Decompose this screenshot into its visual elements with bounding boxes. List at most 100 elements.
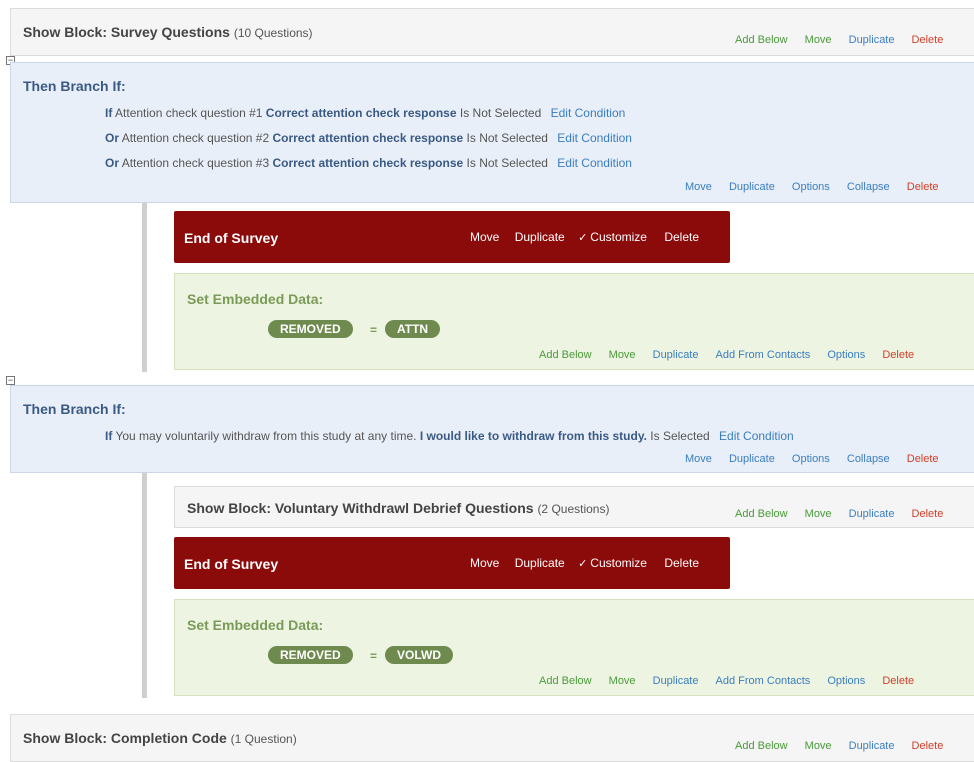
edit-condition-link[interactable]: Edit Condition <box>557 131 632 145</box>
branch-title: Then Branch If: <box>23 401 126 417</box>
edit-condition-link[interactable]: Edit Condition <box>719 429 794 443</box>
move-button[interactable]: Move <box>609 349 636 361</box>
check-icon: ✓ <box>578 558 588 570</box>
delete-button[interactable]: Delete <box>882 675 914 687</box>
customize-label: Customize <box>590 556 647 570</box>
end-of-survey-block: End of Survey Move Duplicate ✓ Customize … <box>174 211 730 263</box>
embedded-value-pill[interactable]: VOLWD <box>385 646 453 664</box>
equals-sign: = <box>370 649 378 663</box>
move-button[interactable]: Move <box>470 230 499 244</box>
embedded-field-pill[interactable]: REMOVED <box>268 320 353 338</box>
duplicate-button[interactable]: Duplicate <box>515 230 565 244</box>
condition-operator: Is Not Selected <box>466 131 548 145</box>
condition-answer: Correct attention check response <box>265 106 457 120</box>
condition-row: If Attention check question #1 Correct a… <box>105 106 625 120</box>
condition-keyword: If <box>105 429 113 443</box>
embedded-data-block: Set Embedded Data: REMOVED = ATTN Add Be… <box>174 273 974 370</box>
embedded-field-pill[interactable]: REMOVED <box>268 646 353 664</box>
add-from-contacts-button[interactable]: Add From Contacts <box>716 349 811 361</box>
move-button[interactable]: Move <box>805 34 832 46</box>
duplicate-button[interactable]: Duplicate <box>653 349 699 361</box>
condition-row: Or Attention check question #2 Correct a… <box>105 131 632 145</box>
condition-keyword: Or <box>105 131 120 145</box>
question-count: (1 Question) <box>230 732 297 746</box>
collapse-minus-icon[interactable]: − <box>6 376 15 385</box>
show-block-survey-questions: Show Block: Survey Questions (10 Questio… <box>10 8 974 56</box>
end-of-survey-block: End of Survey Move Duplicate ✓ Customize … <box>174 537 730 589</box>
move-button[interactable]: Move <box>805 740 832 752</box>
options-button[interactable]: Options <box>792 453 830 465</box>
condition-row: If You may voluntarily withdraw from thi… <box>105 429 794 443</box>
duplicate-button[interactable]: Duplicate <box>729 453 775 465</box>
condition-row: Or Attention check question #3 Correct a… <box>105 156 632 170</box>
options-button[interactable]: Options <box>827 349 865 361</box>
embedded-data-title: Set Embedded Data: <box>187 291 324 307</box>
condition-answer: Correct attention check response <box>272 131 464 145</box>
move-button[interactable]: Move <box>470 556 499 570</box>
delete-button[interactable]: Delete <box>912 508 944 520</box>
embedded-data-block: Set Embedded Data: REMOVED = VOLWD Add B… <box>174 599 974 696</box>
embedded-value-pill[interactable]: ATTN <box>385 320 441 338</box>
collapse-button[interactable]: Collapse <box>847 453 890 465</box>
question-count: (10 Questions) <box>233 26 313 40</box>
end-of-survey-title: End of Survey <box>184 556 279 572</box>
duplicate-button[interactable]: Duplicate <box>849 34 895 46</box>
duplicate-button[interactable]: Duplicate <box>653 675 699 687</box>
delete-button[interactable]: Delete <box>912 740 944 752</box>
condition-operator: Is Not Selected <box>459 106 542 120</box>
branch-condition-1: Then Branch If: If Attention check quest… <box>10 62 974 203</box>
block-title: Show Block: Voluntary Withdrawl Debrief … <box>187 500 609 516</box>
add-below-button[interactable]: Add Below <box>539 349 592 361</box>
options-button[interactable]: Options <box>827 675 865 687</box>
condition-answer: I would like to withdraw from this study… <box>419 429 647 443</box>
move-button[interactable]: Move <box>805 508 832 520</box>
collapse-button[interactable]: Collapse <box>847 181 890 193</box>
add-from-contacts-button[interactable]: Add From Contacts <box>716 675 811 687</box>
block-title: Show Block: Completion Code (1 Question) <box>23 730 297 746</box>
nesting-line <box>142 203 147 372</box>
customize-button[interactable]: ✓ Customize <box>578 556 647 570</box>
duplicate-button[interactable]: Duplicate <box>515 556 565 570</box>
duplicate-button[interactable]: Duplicate <box>849 508 895 520</box>
block-title: Show Block: Survey Questions (10 Questio… <box>23 24 313 40</box>
branch-condition-2: Then Branch If: If You may voluntarily w… <box>10 385 974 473</box>
duplicate-button[interactable]: Duplicate <box>849 740 895 752</box>
move-button[interactable]: Move <box>609 675 636 687</box>
show-block-voluntary-withdrawl: Show Block: Voluntary Withdrawl Debrief … <box>174 486 974 528</box>
edit-condition-link[interactable]: Edit Condition <box>557 156 632 170</box>
condition-keyword: Or <box>105 156 120 170</box>
block-label: Show Block: Voluntary Withdrawl Debrief … <box>187 500 534 516</box>
end-of-survey-title: End of Survey <box>184 230 279 246</box>
condition-answer: Correct attention check response <box>272 156 464 170</box>
equals-sign: = <box>370 323 378 337</box>
add-below-button[interactable]: Add Below <box>539 675 592 687</box>
condition-question: Attention check question #3 <box>121 156 270 170</box>
question-count: (2 Questions) <box>537 502 610 516</box>
condition-question: Attention check question #2 <box>121 131 270 145</box>
delete-button[interactable]: Delete <box>907 181 939 193</box>
condition-question: You may voluntarily withdraw from this s… <box>115 429 417 443</box>
delete-button[interactable]: Delete <box>664 230 699 244</box>
add-below-button[interactable]: Add Below <box>735 34 788 46</box>
branch-title: Then Branch If: <box>23 78 126 94</box>
delete-button[interactable]: Delete <box>907 453 939 465</box>
condition-operator: Is Selected <box>650 429 710 443</box>
block-label: Show Block: Survey Questions <box>23 24 230 40</box>
duplicate-button[interactable]: Duplicate <box>729 181 775 193</box>
customize-button[interactable]: ✓ Customize <box>578 230 647 244</box>
condition-keyword: If <box>105 106 113 120</box>
nesting-line <box>142 473 147 698</box>
delete-button[interactable]: Delete <box>912 34 944 46</box>
condition-operator: Is Not Selected <box>466 156 548 170</box>
add-below-button[interactable]: Add Below <box>735 740 788 752</box>
delete-button[interactable]: Delete <box>882 349 914 361</box>
move-button[interactable]: Move <box>685 181 712 193</box>
delete-button[interactable]: Delete <box>664 556 699 570</box>
move-button[interactable]: Move <box>685 453 712 465</box>
condition-question: Attention check question #1 <box>115 106 263 120</box>
add-below-button[interactable]: Add Below <box>735 508 788 520</box>
edit-condition-link[interactable]: Edit Condition <box>551 106 626 120</box>
check-icon: ✓ <box>578 232 588 244</box>
options-button[interactable]: Options <box>792 181 830 193</box>
block-label: Show Block: Completion Code <box>23 730 227 746</box>
